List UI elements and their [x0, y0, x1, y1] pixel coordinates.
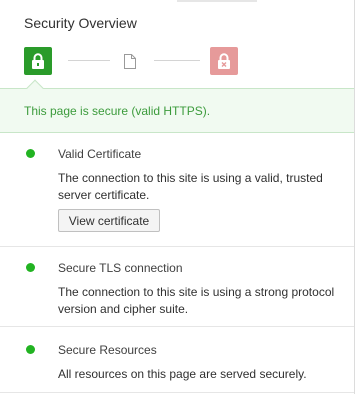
- security-overview-panel: Security Overview This page is secure (v…: [0, 0, 355, 394]
- status-dot-tls: [26, 263, 35, 272]
- strip-connector: [154, 60, 200, 61]
- section-title-resources: Secure Resources: [58, 343, 157, 357]
- section-title-tls: Secure TLS connection: [58, 261, 183, 275]
- status-dot-resources: [26, 345, 35, 354]
- section-desc-certificate: The connection to this site is using a v…: [58, 171, 323, 202]
- section-desc-resources: All resources on this page are served se…: [58, 367, 307, 381]
- secure-banner-text: This page is secure (valid HTTPS).: [24, 104, 211, 118]
- section-divider: [0, 392, 354, 393]
- document-icon: [120, 47, 140, 75]
- lock-insecure-icon: [210, 47, 238, 75]
- section-title-certificate: Valid Certificate: [58, 147, 142, 161]
- top-tab-edge: [177, 0, 257, 2]
- secure-banner: This page is secure (valid HTTPS).: [0, 88, 354, 133]
- strip-connector: [68, 60, 110, 61]
- status-dot-certificate: [26, 149, 35, 158]
- panel-title: Security Overview: [24, 15, 137, 31]
- view-certificate-button[interactable]: View certificate: [58, 209, 160, 232]
- security-state-strip: [24, 47, 344, 75]
- section-divider: [0, 246, 354, 247]
- lock-secure-icon: [24, 47, 52, 75]
- section-desc-tls: The connection to this site is using a s…: [58, 285, 335, 316]
- section-divider: [0, 326, 354, 327]
